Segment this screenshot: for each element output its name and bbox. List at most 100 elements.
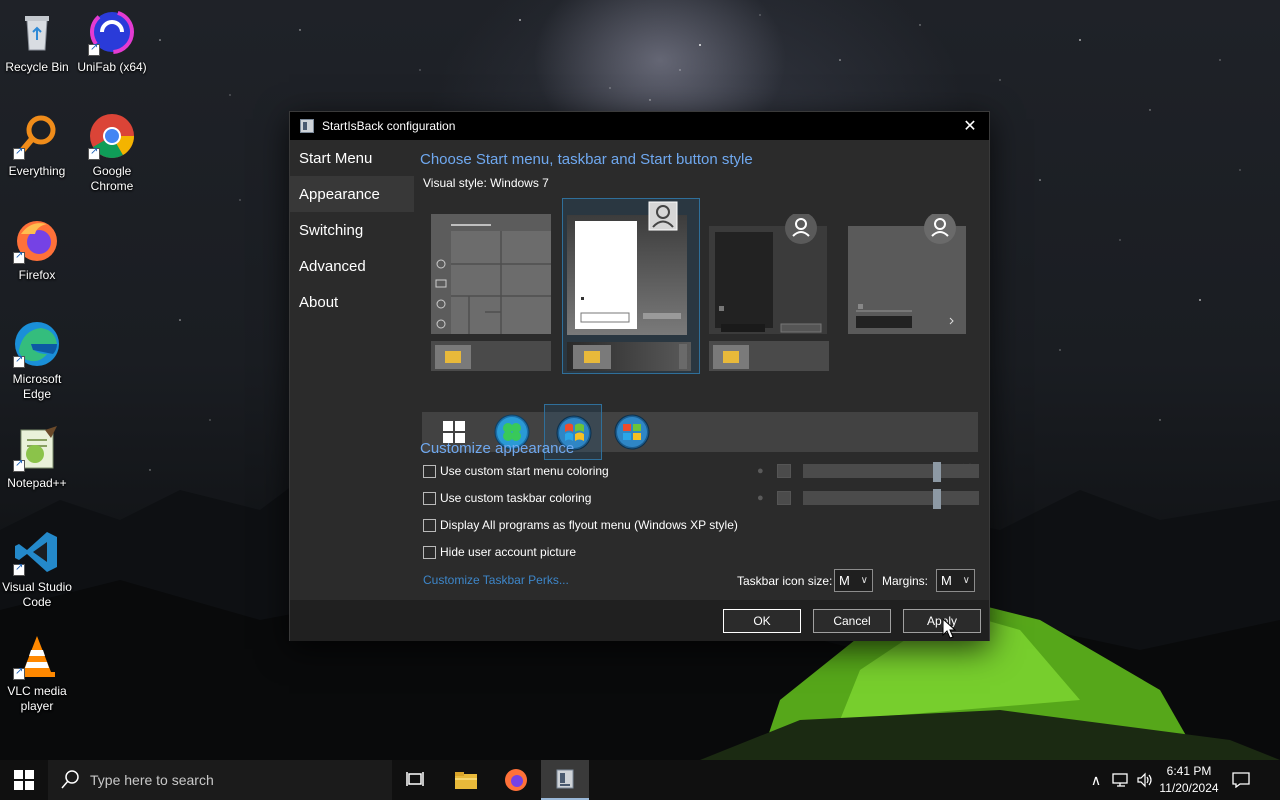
taskbar: Type here to search ∧ 6:41 PM 11/20/2024 [0, 760, 1280, 800]
start-button[interactable] [0, 760, 48, 800]
customize-taskbar-perks-link[interactable]: Customize Taskbar Perks... [423, 573, 569, 587]
shortcut-arrow-icon [88, 42, 100, 56]
option-custom-start-menu-coloring[interactable]: Use custom start menu coloring [423, 464, 609, 478]
taskbar-opacity-slider[interactable] [803, 489, 979, 509]
folder-icon [455, 772, 477, 789]
desktop-icon-notepadpp[interactable]: Notepad++ [0, 424, 74, 491]
action-center-button[interactable] [1228, 760, 1254, 800]
option-label: Display All programs as flyout menu (Win… [440, 518, 738, 532]
dialog-titlebar[interactable]: StartIsBack configuration ✕ [290, 112, 989, 140]
mouse-cursor-icon [942, 618, 956, 639]
color-swatch-button[interactable] [777, 491, 791, 505]
sidebar-item-label: Advanced [299, 257, 366, 275]
vscode-icon [13, 528, 61, 576]
menu-style-windows10[interactable] [431, 214, 553, 379]
sidebar-item-appearance[interactable]: Appearance [290, 176, 414, 212]
customize-heading: Customize appearance [420, 440, 575, 457]
desktop-icon-edge[interactable]: Microsoft Edge [0, 320, 74, 402]
checkbox[interactable] [423, 545, 436, 559]
network-button[interactable] [1110, 760, 1132, 800]
notification-icon [1232, 772, 1250, 788]
slider-handle[interactable] [933, 489, 941, 509]
firefox-icon [505, 769, 527, 791]
edge-icon [13, 320, 61, 368]
sidebar-item-about[interactable]: About [290, 284, 414, 320]
checkbox[interactable] [423, 518, 436, 532]
desktop-icon-label: Visual Studio Code [2, 580, 72, 609]
vlc-icon [13, 632, 61, 680]
search-placeholder: Type here to search [90, 772, 214, 788]
desktop-icon-unifab[interactable]: UniFab (x64) [75, 8, 149, 75]
dialog-title: StartIsBack configuration [322, 119, 456, 133]
taskbar-file-explorer[interactable] [442, 760, 490, 800]
close-button[interactable]: ✕ [957, 114, 983, 138]
option-label: Use custom start menu coloring [440, 464, 609, 478]
desktop-icon-vscode[interactable]: Visual Studio Code [0, 528, 74, 610]
taskbar-startisback-config[interactable] [541, 760, 589, 800]
desktop-icon-chrome[interactable]: Google Chrome [75, 112, 149, 194]
desktop-icon-recycle-bin[interactable]: Recycle Bin [0, 8, 74, 75]
show-hidden-icons-button[interactable]: ∧ [1086, 760, 1106, 800]
menu-style-windows7-selected[interactable] [562, 198, 700, 374]
chevron-down-icon: ∨ [962, 575, 970, 586]
menu-style-plain[interactable] [848, 212, 970, 349]
style-heading: Choose Start menu, taskbar and Start but… [420, 151, 753, 168]
search-icon [61, 770, 79, 789]
start-button-windows8-orb[interactable] [614, 414, 650, 450]
margins-select[interactable]: M ∨ [936, 569, 975, 592]
startisback-app-icon [556, 769, 574, 789]
desktop-icon-everything[interactable]: Everything [0, 112, 74, 179]
taskbar-clock[interactable]: 6:41 PM 11/20/2024 [1152, 763, 1226, 797]
desktop-icon-label: UniFab (x64) [77, 60, 147, 74]
checkbox[interactable] [423, 491, 436, 505]
color-swatch-button[interactable] [777, 464, 791, 478]
shortcut-arrow-icon [88, 146, 100, 160]
visual-style-label: Visual style: [423, 176, 487, 190]
desktop-icon-label: Firefox [18, 268, 56, 282]
taskbar-search-box[interactable]: Type here to search [48, 760, 392, 800]
dialog-footer: OK Cancel Apply [290, 600, 989, 641]
desktop-icon-label: Recycle Bin [5, 60, 69, 74]
taskbar-firefox[interactable] [492, 760, 540, 800]
margins-label: Margins: [882, 574, 929, 588]
shortcut-arrow-icon [13, 666, 25, 680]
menu-style-windows-vista-dark[interactable] [709, 212, 831, 379]
sidebar-item-advanced[interactable]: Advanced [290, 248, 414, 284]
close-icon: ✕ [963, 118, 977, 135]
sidebar-item-start-menu[interactable]: Start Menu [290, 140, 414, 176]
recycle-bin-icon [13, 8, 61, 56]
shortcut-arrow-icon [13, 458, 25, 472]
clock-time: 6:41 PM [1166, 764, 1212, 778]
chevron-up-icon: ∧ [1090, 771, 1102, 788]
sidebar-item-label: Appearance [299, 185, 380, 203]
desktop-icon-label: Google Chrome [90, 164, 134, 193]
droplet-icon: ● [757, 492, 764, 504]
cancel-button[interactable]: Cancel [813, 609, 891, 633]
taskbar-icon-size-label: Taskbar icon size: [737, 574, 833, 588]
sidebar-item-label: Start Menu [299, 149, 373, 167]
selected-value: M [839, 573, 850, 588]
desktop-icon-label: Everything [8, 164, 66, 178]
task-view-button[interactable] [392, 760, 440, 800]
network-icon [1112, 773, 1128, 787]
checkbox[interactable] [423, 464, 436, 478]
sidebar-item-switching[interactable]: Switching [290, 212, 414, 248]
shortcut-arrow-icon [13, 562, 25, 576]
option-flyout-all-programs[interactable]: Display All programs as flyout menu (Win… [423, 518, 738, 532]
sidebar-item-label: Switching [299, 221, 364, 239]
sidebar-item-label: About [299, 293, 339, 311]
option-hide-user-picture[interactable]: Hide user account picture [423, 545, 576, 559]
clock-date: 11/20/2024 [1159, 781, 1219, 795]
everything-search-icon [13, 112, 61, 160]
chevron-down-icon: ∨ [860, 575, 868, 586]
start-menu-opacity-slider[interactable] [803, 462, 979, 482]
ok-button[interactable]: OK [723, 609, 801, 633]
selected-value: M [941, 573, 952, 588]
option-custom-taskbar-coloring[interactable]: Use custom taskbar coloring [423, 491, 591, 505]
desktop-icon-firefox[interactable]: Firefox [0, 216, 74, 283]
startisback-config-dialog: StartIsBack configuration ✕ Start Menu A… [289, 111, 990, 641]
slider-handle[interactable] [933, 462, 941, 482]
taskbar-icon-size-select[interactable]: M ∨ [834, 569, 873, 592]
desktop-icon-vlc[interactable]: VLC media player [0, 632, 74, 714]
shortcut-arrow-icon [13, 250, 25, 264]
